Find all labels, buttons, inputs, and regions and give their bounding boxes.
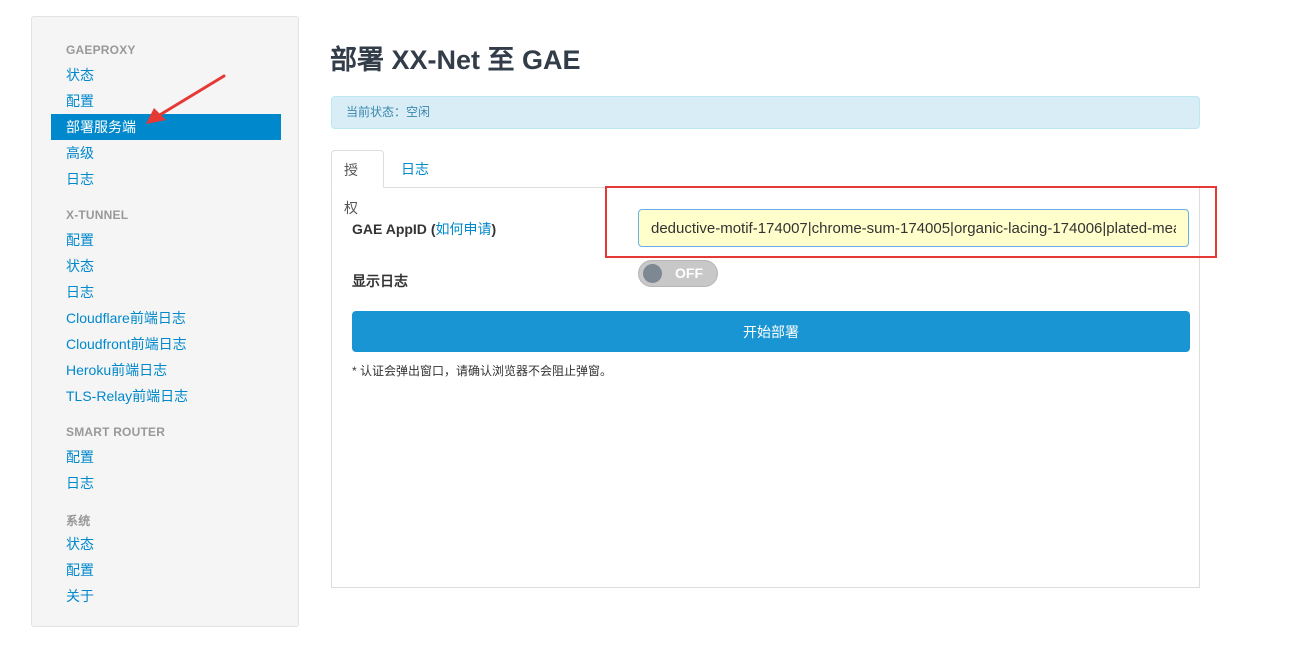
show-log-label: 显示日志: [352, 273, 408, 289]
popup-note: * 认证会弹出窗口，请确认浏览器不会阻止弹窗。: [352, 364, 613, 378]
nav-header-xtunnel: X-TUNNEL: [66, 208, 129, 222]
nav-item-xtunnel-heroku-log[interactable]: Heroku前端日志: [66, 358, 167, 382]
appid-label: GAE AppID (如何申请): [352, 219, 496, 239]
nav-item-system-config[interactable]: 配置: [66, 558, 94, 582]
nav-header-smart-router: SMART ROUTER: [66, 425, 166, 439]
show-log-toggle[interactable]: OFF: [638, 260, 718, 287]
appid-input[interactable]: [638, 209, 1189, 247]
tab-auth[interactable]: 授权: [331, 150, 384, 216]
appid-paren-close: ): [491, 221, 497, 237]
start-deploy-button[interactable]: 开始部署: [352, 311, 1190, 352]
page-title: 部署 XX-Net 至 GAE: [330, 45, 581, 75]
nav-item-xtunnel-log[interactable]: 日志: [66, 280, 94, 304]
nav-item-smart-router-log[interactable]: 日志: [66, 471, 94, 495]
nav-item-xtunnel-cloudfront-log[interactable]: Cloudfront前端日志: [66, 332, 187, 356]
nav-item-gaeproxy-advanced[interactable]: 高级: [66, 141, 94, 165]
nav-item-system-status[interactable]: 状态: [66, 532, 94, 556]
nav-item-xtunnel-config[interactable]: 配置: [66, 228, 94, 252]
how-to-apply-link[interactable]: 如何申请: [435, 221, 491, 237]
nav-item-gaeproxy-log[interactable]: 日志: [66, 167, 94, 191]
nav-item-system-about[interactable]: 关于: [66, 584, 94, 608]
tab-bar: 授权 日志: [331, 150, 1200, 216]
annotation-arrow-icon: [146, 74, 226, 124]
nav-item-xtunnel-cloudflare-log[interactable]: Cloudflare前端日志: [66, 306, 186, 330]
nav-item-gaeproxy-status[interactable]: 状态: [66, 63, 94, 87]
tab-panel: [331, 187, 1200, 588]
nav-item-xtunnel-tls-relay-log[interactable]: TLS-Relay前端日志: [66, 384, 188, 408]
toggle-state-text: OFF: [675, 265, 703, 281]
appid-label-text: GAE AppID: [352, 221, 427, 237]
status-alert: 当前状态：空闲: [331, 96, 1200, 129]
nav-item-xtunnel-status[interactable]: 状态: [66, 254, 94, 278]
toggle-knob: [643, 264, 662, 283]
tab-log[interactable]: 日志: [389, 150, 441, 188]
nav-item-gaeproxy-config[interactable]: 配置: [66, 89, 94, 113]
nav-header-system: 系统: [66, 514, 91, 528]
nav-item-smart-router-config[interactable]: 配置: [66, 445, 94, 469]
nav-header-gaeproxy: GAEPROXY: [66, 43, 136, 57]
